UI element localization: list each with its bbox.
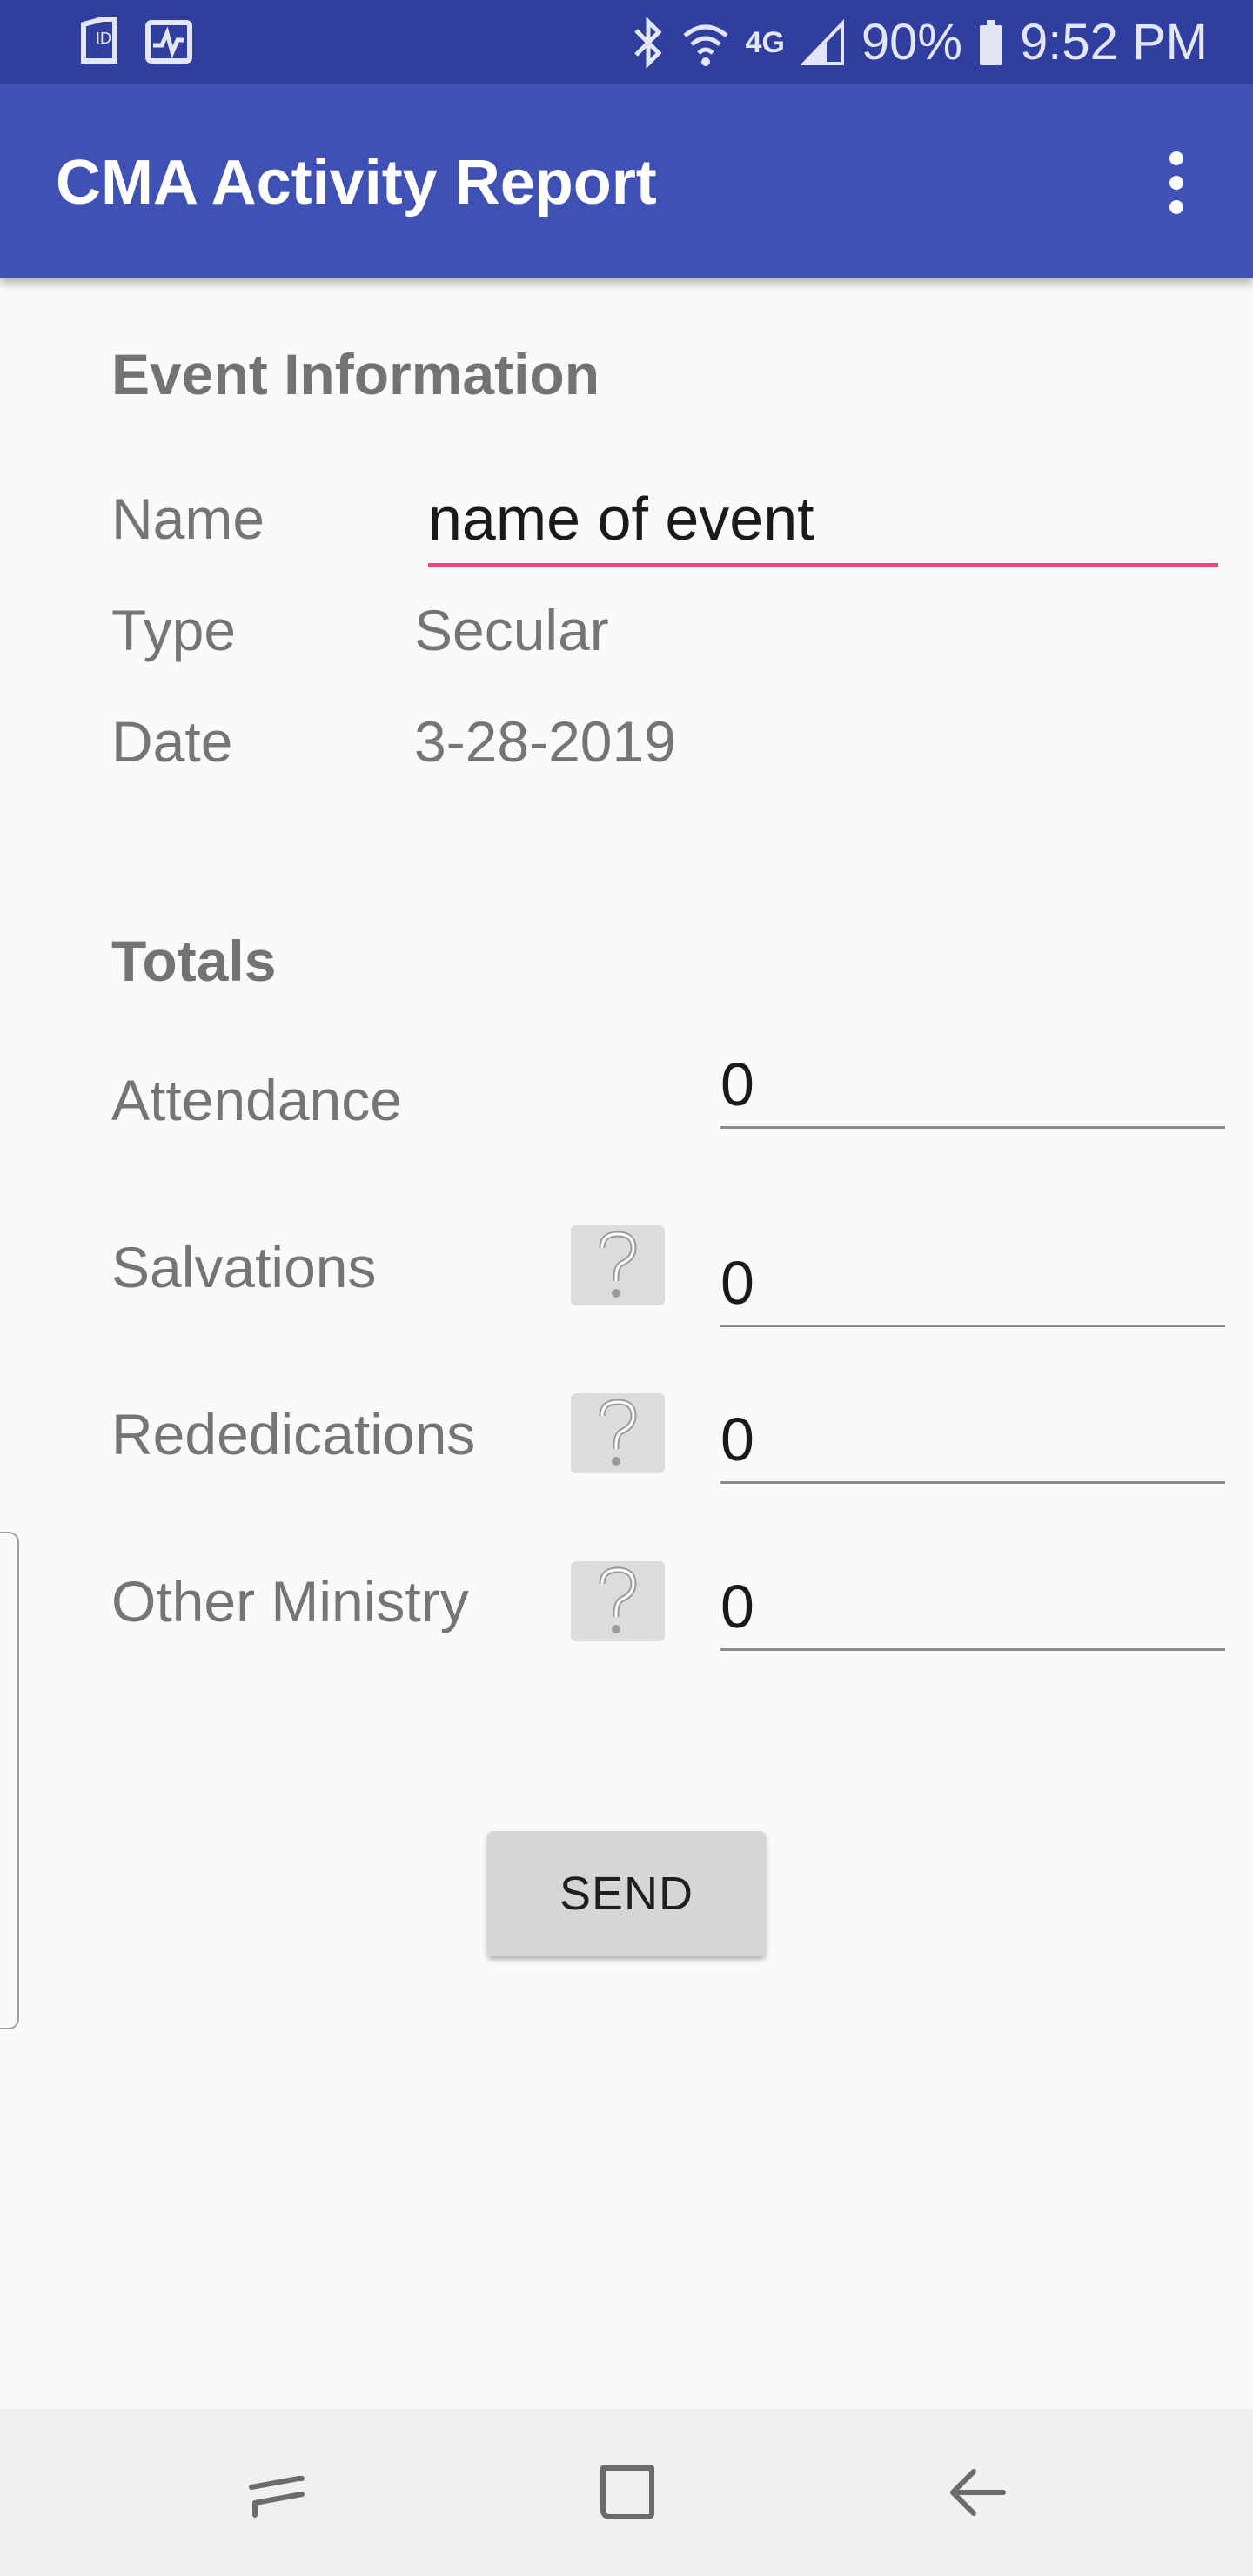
salvations-help-button[interactable]: [571, 1225, 665, 1305]
recents-icon[interactable]: [230, 2447, 325, 2538]
status-system: 4G 90% 9:52 PM: [631, 12, 1208, 73]
rededications-input[interactable]: [720, 1398, 1225, 1484]
event-date-value[interactable]: 3-28-2019: [414, 708, 676, 775]
svg-text:ID: ID: [96, 30, 111, 47]
edge-panel-handle[interactable]: [0, 1532, 19, 2029]
event-type-value[interactable]: Secular: [414, 597, 609, 663]
back-icon[interactable]: [929, 2447, 1025, 2538]
navigation-bar: [0, 2409, 1253, 2576]
app-title: CMA Activity Report: [56, 148, 657, 218]
send-button[interactable]: SEND: [487, 1831, 766, 1956]
date-label: Date: [111, 709, 233, 774]
attendance-input[interactable]: [720, 1043, 1225, 1129]
question-mark-icon: [599, 1399, 637, 1466]
more-vert-icon[interactable]: [1142, 146, 1211, 219]
event-information-heading: Event Information: [111, 342, 600, 406]
status-bar: ID 4G 90% 9:52 PM: [0, 0, 1253, 84]
name-label: Name: [111, 486, 265, 551]
app-bar: CMA Activity Report: [0, 84, 1253, 278]
salvations-label: Salvations: [111, 1235, 377, 1299]
rededications-help-button[interactable]: [571, 1393, 665, 1473]
question-mark-icon: [599, 1566, 637, 1633]
home-icon[interactable]: [580, 2447, 675, 2538]
question-mark-icon: [599, 1231, 637, 1298]
event-name-input[interactable]: [428, 474, 1218, 567]
other-ministry-input[interactable]: [720, 1565, 1225, 1651]
other-ministry-help-button[interactable]: [571, 1561, 665, 1641]
clock: 9:52 PM: [1020, 14, 1208, 70]
network-type: 4G: [745, 26, 785, 59]
other-ministry-label: Other Ministry: [111, 1569, 469, 1633]
wifi-icon: [681, 17, 730, 69]
battery-icon: [978, 17, 1004, 69]
battery-percent: 90%: [861, 14, 962, 70]
totals-heading: Totals: [111, 929, 277, 993]
status-notifications: ID: [77, 16, 193, 72]
sim-card-icon: ID: [77, 16, 122, 72]
bluetooth-icon: [631, 17, 666, 69]
type-label: Type: [111, 598, 237, 662]
signal-icon: [800, 17, 846, 69]
rededications-label: Rededications: [111, 1402, 476, 1466]
salvations-input[interactable]: [720, 1241, 1225, 1327]
attendance-label: Attendance: [111, 1068, 402, 1132]
activity-icon: [144, 16, 193, 72]
